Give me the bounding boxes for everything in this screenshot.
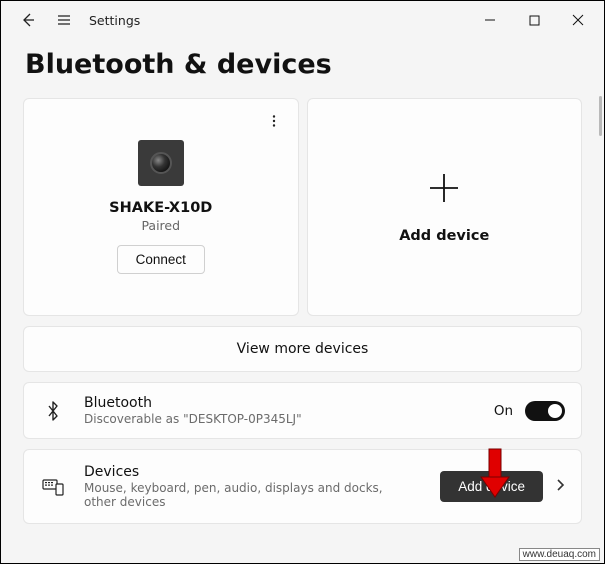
menu-button[interactable] [47,5,81,35]
add-device-label: Add device [399,228,489,244]
view-more-label: View more devices [237,341,369,357]
device-cards-row: SHAKE-X10D Paired Connect Add device [23,98,582,316]
view-more-devices-button[interactable]: View more devices [23,326,582,372]
back-button[interactable] [11,5,45,35]
connect-button[interactable]: Connect [117,245,205,274]
titlebar-left: Settings [11,5,140,35]
minimize-button[interactable] [468,5,512,35]
watermark: www.deuaq.com [519,548,600,561]
close-icon [572,14,584,26]
add-device-button[interactable]: Add device [440,471,543,502]
window-title: Settings [89,13,140,28]
maximize-button[interactable] [512,5,556,35]
bluetooth-toggle[interactable] [525,401,565,421]
toggle-knob [548,404,562,418]
device-more-button[interactable] [262,109,286,133]
bluetooth-title: Bluetooth [84,395,494,411]
content-area: Bluetooth & devices SHAKE-X10D Paired Co… [1,49,604,544]
devices-row[interactable]: Devices Mouse, keyboard, pen, audio, dis… [23,449,582,524]
bluetooth-row[interactable]: Bluetooth Discoverable as "DESKTOP-0P345… [23,382,582,439]
scrollbar-thumb[interactable] [599,96,602,136]
devices-text: Devices Mouse, keyboard, pen, audio, dis… [84,464,440,509]
arrow-left-icon [20,12,36,28]
more-vertical-icon [267,114,281,128]
chevron-right-icon [555,477,565,496]
devices-icon [40,478,66,496]
bluetooth-subtitle: Discoverable as "DESKTOP-0P345LJ" [84,412,404,426]
speaker-device-icon [138,140,184,186]
bluetooth-text: Bluetooth Discoverable as "DESKTOP-0P345… [84,395,494,426]
hamburger-icon [56,12,72,28]
plus-icon [426,170,462,206]
window-controls [468,5,600,35]
close-button[interactable] [556,5,600,35]
paired-device-card[interactable]: SHAKE-X10D Paired Connect [23,98,299,316]
device-status: Paired [141,218,180,233]
titlebar: Settings [1,1,604,39]
maximize-icon [529,15,540,26]
devices-title: Devices [84,464,440,480]
device-name: SHAKE-X10D [109,200,212,216]
minimize-icon [484,14,496,26]
devices-subtitle: Mouse, keyboard, pen, audio, displays an… [84,481,404,509]
add-device-card[interactable]: Add device [307,98,583,316]
bluetooth-toggle-label: On [494,403,513,419]
page-title: Bluetooth & devices [25,49,582,80]
bluetooth-icon [40,400,66,422]
bluetooth-toggle-group: On [494,401,565,421]
